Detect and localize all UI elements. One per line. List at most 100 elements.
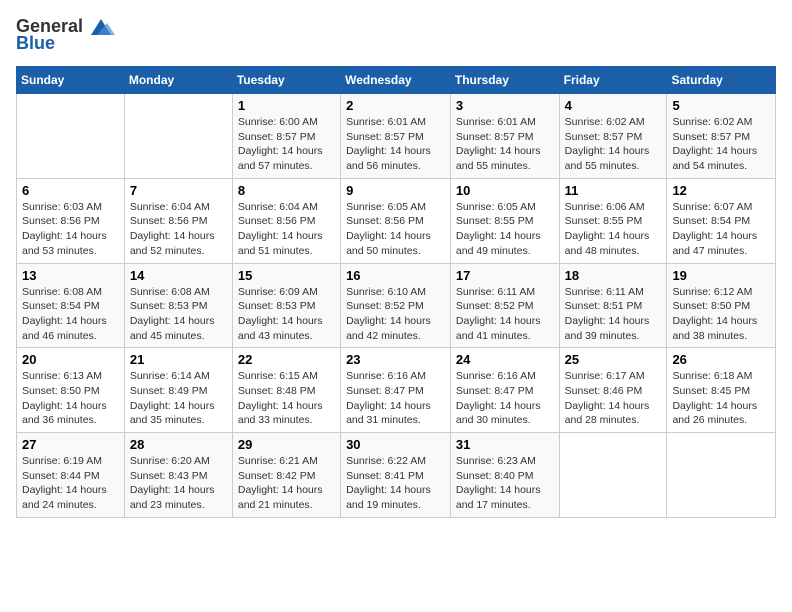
- day-number: 29: [238, 437, 335, 452]
- day-info: Sunrise: 6:05 AM Sunset: 8:56 PM Dayligh…: [346, 200, 445, 259]
- calendar-cell: 10 Sunrise: 6:05 AM Sunset: 8:55 PM Dayli…: [450, 178, 559, 263]
- day-info: Sunrise: 6:02 AM Sunset: 8:57 PM Dayligh…: [565, 115, 662, 174]
- calendar-cell: 9 Sunrise: 6:05 AM Sunset: 8:56 PM Daylig…: [341, 178, 451, 263]
- day-info: Sunrise: 6:16 AM Sunset: 8:47 PM Dayligh…: [346, 369, 445, 428]
- day-number: 16: [346, 268, 445, 283]
- day-info: Sunrise: 6:06 AM Sunset: 8:55 PM Dayligh…: [565, 200, 662, 259]
- day-info: Sunrise: 6:11 AM Sunset: 8:52 PM Dayligh…: [456, 285, 554, 344]
- calendar-cell: 15 Sunrise: 6:09 AM Sunset: 8:53 PM Dayli…: [232, 263, 340, 348]
- calendar-cell: 6 Sunrise: 6:03 AM Sunset: 8:56 PM Daylig…: [17, 178, 125, 263]
- weekday-header: Friday: [559, 67, 667, 94]
- day-number: 25: [565, 352, 662, 367]
- calendar-cell: 5 Sunrise: 6:02 AM Sunset: 8:57 PM Daylig…: [667, 94, 776, 179]
- day-number: 4: [565, 98, 662, 113]
- calendar-body: 1 Sunrise: 6:00 AM Sunset: 8:57 PM Daylig…: [17, 94, 776, 518]
- calendar-cell: [559, 433, 667, 518]
- day-info: Sunrise: 6:01 AM Sunset: 8:57 PM Dayligh…: [346, 115, 445, 174]
- day-number: 26: [672, 352, 770, 367]
- day-info: Sunrise: 6:04 AM Sunset: 8:56 PM Dayligh…: [238, 200, 335, 259]
- calendar-cell: 27Sunrise: 6:19 AM Sunset: 8:44 PM Dayli…: [17, 433, 125, 518]
- calendar-cell: 17 Sunrise: 6:11 AM Sunset: 8:52 PM Dayli…: [450, 263, 559, 348]
- day-number: 10: [456, 183, 554, 198]
- calendar-cell: 31 Sunrise: 6:23 AM Sunset: 8:40 PM Dayli…: [450, 433, 559, 518]
- day-info: Sunrise: 6:05 AM Sunset: 8:55 PM Dayligh…: [456, 200, 554, 259]
- day-info: Sunrise: 6:15 AM Sunset: 8:48 PM Dayligh…: [238, 369, 335, 428]
- day-number: 22: [238, 352, 335, 367]
- calendar-cell: 18Sunrise: 6:11 AM Sunset: 8:51 PM Dayli…: [559, 263, 667, 348]
- day-info: Sunrise: 6:00 AM Sunset: 8:57 PM Dayligh…: [238, 115, 335, 174]
- day-info: Sunrise: 6:07 AM Sunset: 8:54 PM Dayligh…: [672, 200, 770, 259]
- calendar-cell: [667, 433, 776, 518]
- page-header: General Blue: [16, 16, 776, 54]
- day-info: Sunrise: 6:09 AM Sunset: 8:53 PM Dayligh…: [238, 285, 335, 344]
- calendar-week-row: 20 Sunrise: 6:13 AM Sunset: 8:50 PM Dayli…: [17, 348, 776, 433]
- calendar-cell: 3 Sunrise: 6:01 AM Sunset: 8:57 PM Daylig…: [450, 94, 559, 179]
- calendar-cell: 16 Sunrise: 6:10 AM Sunset: 8:52 PM Dayli…: [341, 263, 451, 348]
- calendar-cell: 21 Sunrise: 6:14 AM Sunset: 8:49 PM Dayli…: [124, 348, 232, 433]
- calendar-cell: 11 Sunrise: 6:06 AM Sunset: 8:55 PM Dayli…: [559, 178, 667, 263]
- day-number: 5: [672, 98, 770, 113]
- day-number: 11: [565, 183, 662, 198]
- day-info: Sunrise: 6:13 AM Sunset: 8:50 PM Dayligh…: [22, 369, 119, 428]
- calendar-header: SundayMondayTuesdayWednesdayThursdayFrid…: [17, 67, 776, 94]
- day-info: Sunrise: 6:17 AM Sunset: 8:46 PM Dayligh…: [565, 369, 662, 428]
- day-number: 12: [672, 183, 770, 198]
- calendar-cell: 19Sunrise: 6:12 AM Sunset: 8:50 PM Dayli…: [667, 263, 776, 348]
- calendar-cell: 28Sunrise: 6:20 AM Sunset: 8:43 PM Dayli…: [124, 433, 232, 518]
- calendar-cell: 25 Sunrise: 6:17 AM Sunset: 8:46 PM Dayli…: [559, 348, 667, 433]
- calendar-cell: 8Sunrise: 6:04 AM Sunset: 8:56 PM Daylig…: [232, 178, 340, 263]
- weekday-header: Monday: [124, 67, 232, 94]
- day-info: Sunrise: 6:19 AM Sunset: 8:44 PM Dayligh…: [22, 454, 119, 513]
- calendar-week-row: 1 Sunrise: 6:00 AM Sunset: 8:57 PM Daylig…: [17, 94, 776, 179]
- day-info: Sunrise: 6:20 AM Sunset: 8:43 PM Dayligh…: [130, 454, 227, 513]
- day-number: 21: [130, 352, 227, 367]
- day-info: Sunrise: 6:02 AM Sunset: 8:57 PM Dayligh…: [672, 115, 770, 174]
- calendar-cell: 14Sunrise: 6:08 AM Sunset: 8:53 PM Dayli…: [124, 263, 232, 348]
- day-number: 20: [22, 352, 119, 367]
- day-number: 13: [22, 268, 119, 283]
- day-number: 31: [456, 437, 554, 452]
- calendar-cell: 13 Sunrise: 6:08 AM Sunset: 8:54 PM Dayli…: [17, 263, 125, 348]
- calendar-cell: 29Sunrise: 6:21 AM Sunset: 8:42 PM Dayli…: [232, 433, 340, 518]
- calendar-cell: 1 Sunrise: 6:00 AM Sunset: 8:57 PM Daylig…: [232, 94, 340, 179]
- weekday-header: Saturday: [667, 67, 776, 94]
- day-number: 23: [346, 352, 445, 367]
- day-number: 2: [346, 98, 445, 113]
- day-info: Sunrise: 6:10 AM Sunset: 8:52 PM Dayligh…: [346, 285, 445, 344]
- calendar-cell: 24Sunrise: 6:16 AM Sunset: 8:47 PM Dayli…: [450, 348, 559, 433]
- day-info: Sunrise: 6:23 AM Sunset: 8:40 PM Dayligh…: [456, 454, 554, 513]
- weekday-row: SundayMondayTuesdayWednesdayThursdayFrid…: [17, 67, 776, 94]
- weekday-header: Thursday: [450, 67, 559, 94]
- calendar-cell: 12 Sunrise: 6:07 AM Sunset: 8:54 PM Dayli…: [667, 178, 776, 263]
- weekday-header: Sunday: [17, 67, 125, 94]
- calendar-week-row: 6 Sunrise: 6:03 AM Sunset: 8:56 PM Daylig…: [17, 178, 776, 263]
- day-info: Sunrise: 6:14 AM Sunset: 8:49 PM Dayligh…: [130, 369, 227, 428]
- calendar-cell: [124, 94, 232, 179]
- day-number: 18: [565, 268, 662, 283]
- calendar-cell: [17, 94, 125, 179]
- day-info: Sunrise: 6:04 AM Sunset: 8:56 PM Dayligh…: [130, 200, 227, 259]
- calendar-table: SundayMondayTuesdayWednesdayThursdayFrid…: [16, 66, 776, 518]
- day-number: 15: [238, 268, 335, 283]
- logo-blue-text: Blue: [16, 33, 55, 54]
- day-number: 17: [456, 268, 554, 283]
- day-info: Sunrise: 6:18 AM Sunset: 8:45 PM Dayligh…: [672, 369, 770, 428]
- day-info: Sunrise: 6:08 AM Sunset: 8:54 PM Dayligh…: [22, 285, 119, 344]
- calendar-cell: 30Sunrise: 6:22 AM Sunset: 8:41 PM Dayli…: [341, 433, 451, 518]
- day-number: 6: [22, 183, 119, 198]
- day-number: 14: [130, 268, 227, 283]
- calendar-cell: 4 Sunrise: 6:02 AM Sunset: 8:57 PM Daylig…: [559, 94, 667, 179]
- day-number: 19: [672, 268, 770, 283]
- calendar-cell: 23 Sunrise: 6:16 AM Sunset: 8:47 PM Dayli…: [341, 348, 451, 433]
- weekday-header: Wednesday: [341, 67, 451, 94]
- day-info: Sunrise: 6:03 AM Sunset: 8:56 PM Dayligh…: [22, 200, 119, 259]
- day-info: Sunrise: 6:01 AM Sunset: 8:57 PM Dayligh…: [456, 115, 554, 174]
- day-number: 9: [346, 183, 445, 198]
- day-number: 1: [238, 98, 335, 113]
- day-info: Sunrise: 6:16 AM Sunset: 8:47 PM Dayligh…: [456, 369, 554, 428]
- day-number: 3: [456, 98, 554, 113]
- logo: General Blue: [16, 16, 115, 54]
- day-info: Sunrise: 6:22 AM Sunset: 8:41 PM Dayligh…: [346, 454, 445, 513]
- calendar-cell: 7Sunrise: 6:04 AM Sunset: 8:56 PM Daylig…: [124, 178, 232, 263]
- calendar-cell: 20 Sunrise: 6:13 AM Sunset: 8:50 PM Dayli…: [17, 348, 125, 433]
